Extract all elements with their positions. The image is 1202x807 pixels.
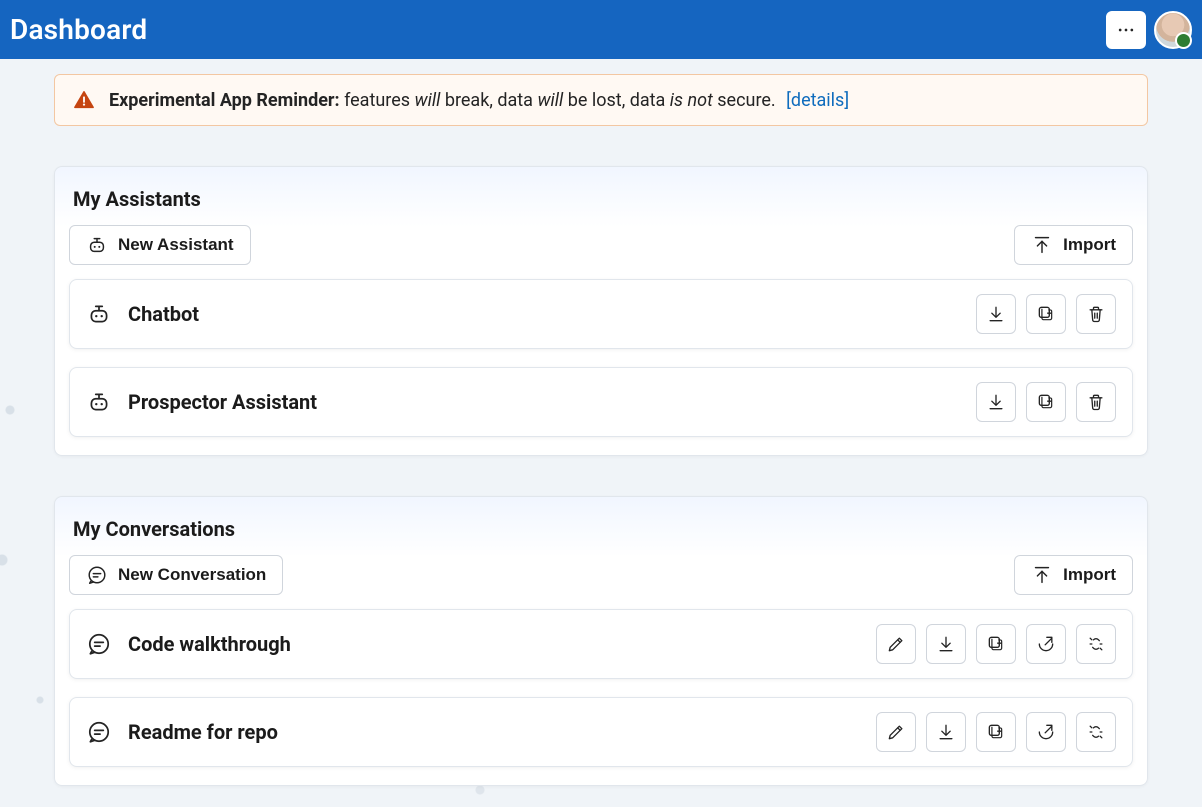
pencil-icon <box>886 722 906 742</box>
bot-icon <box>86 301 112 327</box>
duplicate-icon <box>1036 304 1056 324</box>
assistant-row[interactable]: Prospector Assistant <box>69 367 1133 437</box>
trash-icon <box>1086 304 1106 324</box>
trash-icon <box>1086 392 1106 412</box>
new-conversation-button[interactable]: New Conversation <box>69 555 283 595</box>
download-button[interactable] <box>926 712 966 752</box>
bot-icon <box>86 389 112 415</box>
duplicate-button[interactable] <box>1026 294 1066 334</box>
duplicate-button[interactable] <box>1026 382 1066 422</box>
pencil-icon <box>886 634 906 654</box>
assistant-name: Chatbot <box>128 302 960 326</box>
conversations-section: My Conversations New Conversation Import… <box>54 496 1148 786</box>
unlink-button[interactable] <box>1076 624 1116 664</box>
chat-icon <box>86 564 108 586</box>
banner-text: Experimental App Reminder: features will… <box>109 90 849 111</box>
import-assistant-label: Import <box>1063 235 1116 255</box>
delete-button[interactable] <box>1076 382 1116 422</box>
share-icon <box>1036 722 1056 742</box>
more-menu-button[interactable] <box>1106 11 1146 49</box>
import-icon <box>1031 234 1053 256</box>
duplicate-icon <box>1036 392 1056 412</box>
edit-button[interactable] <box>876 624 916 664</box>
import-conversation-button[interactable]: Import <box>1014 555 1133 595</box>
experimental-banner: Experimental App Reminder: features will… <box>54 74 1148 126</box>
assistants-title: My Assistants <box>69 181 1133 225</box>
duplicate-icon <box>986 722 1006 742</box>
unlink-icon <box>1086 722 1106 742</box>
bot-icon <box>86 234 108 256</box>
avatar[interactable] <box>1154 11 1192 49</box>
download-icon <box>936 634 956 654</box>
import-conversation-label: Import <box>1063 565 1116 585</box>
download-icon <box>986 392 1006 412</box>
assistant-row[interactable]: Chatbot <box>69 279 1133 349</box>
share-button[interactable] <box>1026 624 1066 664</box>
download-button[interactable] <box>926 624 966 664</box>
warning-icon <box>73 89 95 111</box>
duplicate-button[interactable] <box>976 712 1016 752</box>
download-button[interactable] <box>976 382 1016 422</box>
conversation-name: Code walkthrough <box>128 632 860 656</box>
import-icon <box>1031 564 1053 586</box>
new-conversation-label: New Conversation <box>118 565 266 585</box>
assistant-name: Prospector Assistant <box>128 390 960 414</box>
download-button[interactable] <box>976 294 1016 334</box>
unlink-button[interactable] <box>1076 712 1116 752</box>
duplicate-icon <box>986 634 1006 654</box>
conversation-name: Readme for repo <box>128 720 860 744</box>
banner-details-link[interactable]: [details] <box>786 90 849 111</box>
page-title: Dashboard <box>10 13 147 46</box>
download-icon <box>936 722 956 742</box>
conversations-title: My Conversations <box>69 511 1133 555</box>
download-icon <box>986 304 1006 324</box>
assistants-section: My Assistants New Assistant Import Chatb… <box>54 166 1148 456</box>
edit-button[interactable] <box>876 712 916 752</box>
conversation-row[interactable]: Readme for repo <box>69 697 1133 767</box>
more-icon <box>1116 20 1136 40</box>
delete-button[interactable] <box>1076 294 1116 334</box>
unlink-icon <box>1086 634 1106 654</box>
import-assistant-button[interactable]: Import <box>1014 225 1133 265</box>
new-assistant-button[interactable]: New Assistant <box>69 225 251 265</box>
duplicate-button[interactable] <box>976 624 1016 664</box>
chat-icon <box>86 719 112 745</box>
share-button[interactable] <box>1026 712 1066 752</box>
share-icon <box>1036 634 1056 654</box>
chat-icon <box>86 631 112 657</box>
new-assistant-label: New Assistant <box>118 235 234 255</box>
app-header: Dashboard <box>0 0 1202 59</box>
conversation-row[interactable]: Code walkthrough <box>69 609 1133 679</box>
